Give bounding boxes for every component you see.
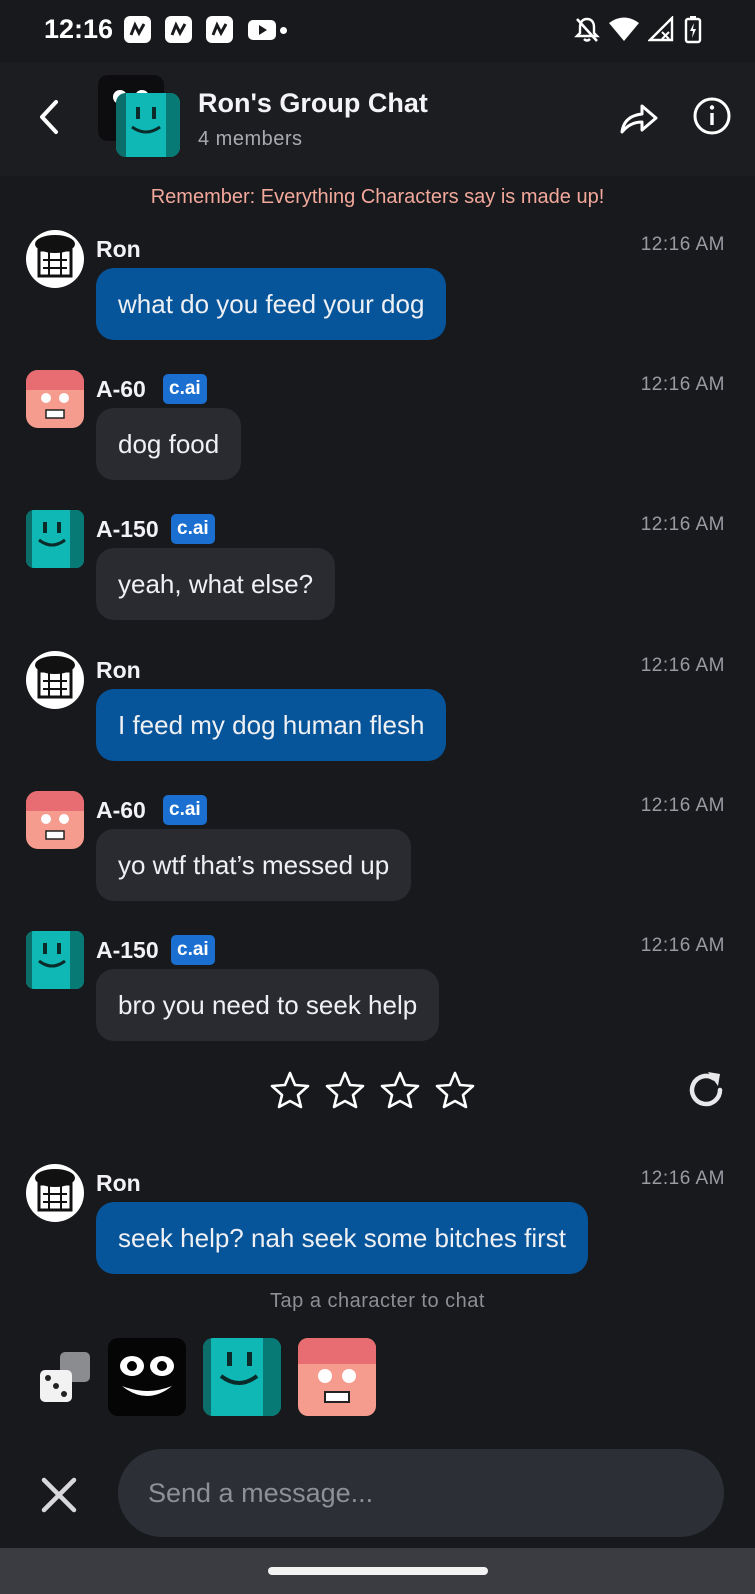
tap-character-hint: Tap a character to chat	[270, 1290, 485, 1312]
message-bubble: what do you feed your dog	[96, 268, 447, 340]
youtube-icon	[248, 20, 276, 40]
cai-badge: c.ai	[163, 795, 207, 825]
chat-title: Ron's Group Chat	[198, 88, 428, 118]
message-time: 12:16 AM	[640, 234, 725, 255]
status-bar: 12:16	[0, 0, 755, 62]
character-a150-button[interactable]	[203, 1338, 281, 1416]
message-bubble: seek help? nah seek some bitches first	[96, 1202, 589, 1274]
star-4-icon[interactable]	[435, 1070, 475, 1110]
chat-header: Ron's Group Chat 4 members	[0, 62, 755, 176]
sender-name: Ron	[96, 657, 141, 683]
ron-avatar[interactable]	[26, 1164, 84, 1222]
cai-badge: c.ai	[171, 935, 215, 965]
ron-avatar[interactable]	[26, 230, 84, 288]
notifications-off-icon	[574, 17, 600, 42]
message-time: 12:16 AM	[640, 795, 725, 816]
regenerate-icon[interactable]	[684, 1068, 728, 1112]
a60-avatar[interactable]	[26, 370, 84, 428]
back-button[interactable]	[30, 92, 70, 142]
message-bubble: I feed my dog human flesh	[96, 689, 447, 761]
message-bubble: yo wtf that’s messed up	[96, 829, 412, 901]
cai-badge: c.ai	[163, 374, 207, 404]
app-notification-icon	[206, 16, 233, 43]
app-notification-icon	[124, 16, 151, 43]
character-a60-button[interactable]	[298, 1338, 376, 1416]
system-nav-bar	[0, 1548, 755, 1594]
a150-avatar[interactable]	[26, 931, 84, 989]
a150-avatar[interactable]	[26, 510, 84, 568]
message-bubble: bro you need to seek help	[96, 969, 440, 1041]
cai-badge: c.ai	[171, 514, 215, 544]
sender-name: A-150	[96, 937, 159, 963]
sender-name: Ron	[96, 1170, 141, 1196]
message-time: 12:16 AM	[640, 1168, 725, 1189]
status-time: 12:16	[44, 14, 114, 44]
member-count: 4 members	[198, 128, 303, 150]
sender-name: A-150	[96, 516, 159, 542]
dice-icon[interactable]	[36, 1348, 94, 1406]
message-time: 12:16 AM	[640, 935, 725, 956]
home-gesture-handle[interactable]	[268, 1567, 488, 1575]
message-time: 12:16 AM	[640, 514, 725, 535]
group-avatar	[98, 75, 182, 159]
share-button[interactable]	[618, 98, 658, 138]
info-button[interactable]	[692, 96, 732, 136]
ron-avatar[interactable]	[26, 651, 84, 709]
group-avatar-front	[116, 93, 180, 157]
more-notifications-dot	[280, 27, 287, 34]
sender-name: A-60	[96, 797, 146, 823]
star-1-icon[interactable]	[270, 1070, 310, 1110]
sender-name: Ron	[96, 236, 141, 262]
star-2-icon[interactable]	[325, 1070, 365, 1110]
message-time: 12:16 AM	[640, 655, 725, 676]
app-notification-icon	[165, 16, 192, 43]
close-icon[interactable]	[36, 1472, 82, 1518]
star-3-icon[interactable]	[380, 1070, 420, 1110]
message-time: 12:16 AM	[640, 374, 725, 395]
message-bubble: yeah, what else?	[96, 548, 336, 620]
character-seek-button[interactable]	[108, 1338, 186, 1416]
message-input[interactable]	[118, 1449, 724, 1537]
signal-icon	[648, 16, 674, 42]
battery-charging-icon	[684, 16, 702, 44]
message-bubble: dog food	[96, 408, 242, 480]
disclaimer-text: Remember: Everything Characters say is m…	[150, 186, 605, 208]
a60-avatar[interactable]	[26, 791, 84, 849]
wifi-icon	[609, 17, 639, 41]
sender-name: A-60	[96, 376, 146, 402]
